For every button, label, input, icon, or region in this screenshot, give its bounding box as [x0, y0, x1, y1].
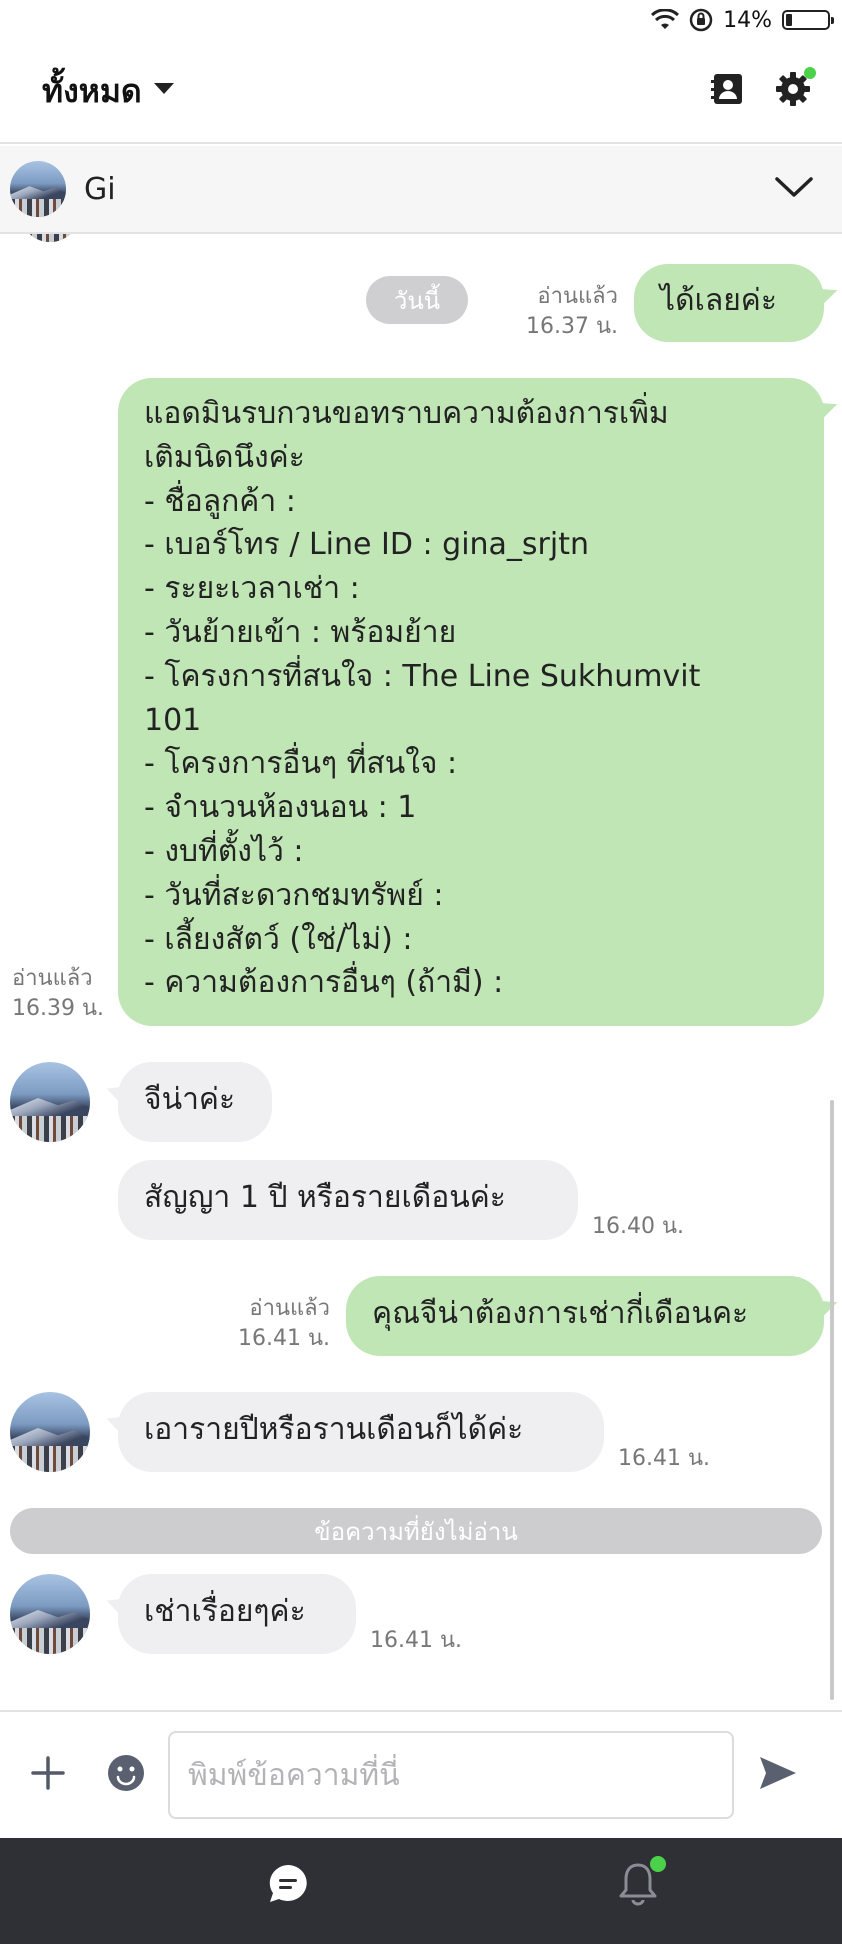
message-line: - ความต้องการอื่นๆ (ถ้ามี) : — [144, 965, 504, 1001]
orientation-lock-icon — [689, 8, 713, 32]
message-line: - โครงการที่สนใจ : The Line Sukhumvit — [144, 658, 701, 694]
read-receipt: อ่านแล้ว — [537, 284, 618, 309]
plus-icon[interactable] — [30, 1755, 66, 1795]
incoming-message[interactable]: เช่าเรื่อยๆค่ะ — [118, 1574, 356, 1654]
message-time: 16.41 น. — [618, 1446, 711, 1471]
app: 14% ทั้งหมด Gi วันนี้ อ่านแล้ว 16.37 น. … — [0, 0, 842, 1944]
header-actions — [682, 67, 816, 112]
settings-gear-icon[interactable] — [774, 67, 816, 112]
chat-header[interactable]: Gi — [0, 146, 842, 234]
top-header: ทั้งหมด — [0, 40, 842, 144]
message-meta: อ่านแล้ว 16.39 น. — [12, 964, 104, 1024]
message-line: - งบที่ตั้งไว้ : — [144, 833, 304, 869]
message-line: - วันที่สะดวกชมทรัพย์ : — [144, 877, 444, 913]
caret-down-icon — [153, 82, 174, 94]
message-line: - จำนวนห้องนอน : 1 — [144, 790, 417, 826]
message-line: - เลี้ยงสัตว์ (ใช่/ไม่) : — [144, 921, 413, 957]
contacts-icon[interactable] — [710, 71, 746, 111]
read-receipt: อ่านแล้ว — [249, 1296, 330, 1321]
message-text: เช่าเรื่อยๆค่ะ — [144, 1594, 306, 1629]
notification-dot — [804, 67, 816, 79]
header-title: ทั้งหมด — [42, 71, 142, 110]
battery-percent: 14% — [723, 7, 772, 33]
incoming-message[interactable]: เอารายปีหรือรานเดือนก็ได้ค่ะ — [118, 1392, 604, 1472]
message-time: 16.39 น. — [12, 996, 105, 1021]
message-time: 16.40 น. — [592, 1214, 685, 1239]
message-line: - วันย้ายเข้า : พร้อมย้าย — [144, 614, 457, 650]
contact-name: Gi — [84, 171, 116, 207]
message-line: - ชื่อลูกค้า : — [144, 483, 296, 519]
emoji-icon[interactable] — [106, 1753, 146, 1797]
message-list[interactable]: วันนี้ อ่านแล้ว 16.37 น. ได้เลยค่ะ แอดมิ… — [0, 234, 842, 1710]
send-icon[interactable] — [758, 1755, 798, 1795]
avatar — [20, 234, 80, 242]
message-meta: อ่านแล้ว 16.41 น. — [238, 1294, 330, 1354]
message-text: คุณจีน่าต้องการเช่ากี่เดือนคะ — [372, 1296, 749, 1331]
sender-avatar[interactable] — [10, 1392, 90, 1472]
contact-avatar — [10, 161, 66, 217]
message-line: - เบอร์โทร / Line ID : gina_srjtn — [144, 527, 590, 563]
outgoing-message[interactable]: แอดมินรบกวนขอทราบความต้องการเพิ่ม เติมนิ… — [118, 378, 824, 1026]
incoming-message[interactable]: จีน่าค่ะ — [118, 1062, 272, 1142]
message-time: 16.41 น. — [370, 1628, 463, 1653]
date-pill: วันนี้ — [366, 276, 468, 324]
message-line: - ระยะเวลาเช่า : — [144, 571, 360, 607]
scrollbar[interactable] — [830, 1100, 834, 1700]
unread-divider: ข้อความที่ยังไม่อ่าน — [10, 1508, 822, 1554]
chat-icon[interactable] — [266, 1862, 310, 1910]
chat-filter-dropdown[interactable]: ทั้งหมด — [42, 66, 174, 117]
notification-dot — [650, 1856, 666, 1872]
message-text: สัญญา 1 ปี หรือรายเดือนค่ะ — [144, 1180, 506, 1215]
incoming-message[interactable]: สัญญา 1 ปี หรือรายเดือนค่ะ — [118, 1160, 578, 1240]
chevron-down-icon[interactable] — [774, 175, 814, 203]
message-meta: อ่านแล้ว 16.37 น. — [526, 282, 618, 342]
message-time: 16.41 น. — [237, 1326, 330, 1351]
message-input[interactable] — [168, 1731, 734, 1819]
message-text: จีน่าค่ะ — [144, 1082, 236, 1117]
status-bar: 14% — [0, 0, 842, 40]
sender-avatar[interactable] — [10, 1574, 90, 1654]
read-receipt: อ่านแล้ว — [12, 966, 93, 991]
message-text: ได้เลยค่ะ — [660, 283, 777, 318]
message-time: 16.37 น. — [525, 314, 618, 339]
outgoing-message[interactable]: คุณจีน่าต้องการเช่ากี่เดือนคะ — [346, 1276, 824, 1356]
sender-avatar[interactable] — [10, 1062, 90, 1142]
outgoing-message[interactable]: ได้เลยค่ะ — [634, 264, 824, 342]
battery-icon — [782, 10, 834, 30]
message-line: เติมนิดนึงค่ะ — [144, 439, 305, 475]
message-line: 101 — [144, 702, 202, 738]
message-composer — [0, 1710, 842, 1838]
message-text: เอารายปีหรือรานเดือนก็ได้ค่ะ — [144, 1412, 524, 1447]
wifi-icon — [651, 9, 680, 31]
bell-icon[interactable] — [618, 1856, 666, 1910]
message-line: แอดมินรบกวนขอทราบความต้องการเพิ่ม — [144, 396, 669, 431]
bottom-nav — [0, 1838, 842, 1944]
message-line: - โครงการอื่นๆ ที่สนใจ : — [144, 746, 458, 782]
